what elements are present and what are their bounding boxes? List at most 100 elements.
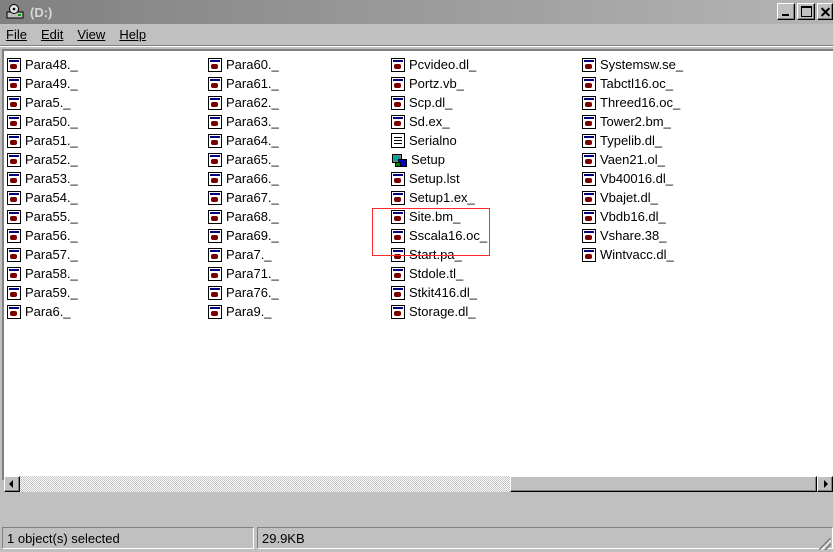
file-item[interactable]: Para63._ — [208, 112, 279, 131]
file-item[interactable]: Pcvideo.dl_ — [391, 55, 487, 74]
compressed-file-icon — [7, 76, 21, 91]
file-item[interactable]: Para5._ — [7, 93, 78, 112]
compressed-file-icon — [582, 95, 596, 110]
file-item[interactable]: Vbajet.dl_ — [582, 188, 683, 207]
file-item[interactable]: Systemsw.se_ — [582, 55, 683, 74]
file-item[interactable]: Para57._ — [7, 245, 78, 264]
compressed-file-icon — [7, 152, 21, 167]
file-item[interactable]: Typelib.dl_ — [582, 131, 683, 150]
horizontal-scrollbar[interactable] — [4, 476, 833, 492]
drive-icon — [6, 4, 24, 20]
file-item[interactable]: Para76._ — [208, 283, 279, 302]
file-name: Para61._ — [226, 76, 279, 91]
file-item[interactable]: Vb40016.dl_ — [582, 169, 683, 188]
menu-view[interactable]: View — [70, 27, 112, 42]
file-name: Para69._ — [226, 228, 279, 243]
compressed-file-icon — [582, 190, 596, 205]
compressed-file-icon — [7, 228, 21, 243]
file-name: Tower2.bm_ — [600, 114, 671, 129]
scroll-left-button[interactable] — [4, 476, 20, 492]
file-item[interactable]: Para49._ — [7, 74, 78, 93]
resize-grip[interactable] — [819, 538, 831, 550]
file-name: Typelib.dl_ — [600, 133, 663, 148]
menu-edit-label: Edit — [40, 27, 64, 42]
file-name: Para7._ — [226, 247, 272, 262]
file-item[interactable]: Para53._ — [7, 169, 78, 188]
file-name: Vbdb16.dl_ — [600, 209, 666, 224]
file-item[interactable]: Para64._ — [208, 131, 279, 150]
file-item[interactable]: Vaen21.ol_ — [582, 150, 683, 169]
file-item[interactable]: Para50._ — [7, 112, 78, 131]
file-item[interactable]: Para9._ — [208, 302, 279, 321]
setup-program-icon — [391, 152, 408, 168]
menu-help[interactable]: Help — [112, 27, 153, 42]
file-item[interactable]: Para52._ — [7, 150, 78, 169]
compressed-file-icon — [582, 209, 596, 224]
file-item[interactable]: Para58._ — [7, 264, 78, 283]
file-item[interactable]: Portz.vb_ — [391, 74, 487, 93]
compressed-file-icon — [7, 247, 21, 262]
file-name: Pcvideo.dl_ — [409, 57, 477, 72]
file-name: Para54._ — [25, 190, 78, 205]
file-item[interactable]: Para54._ — [7, 188, 78, 207]
file-item[interactable]: Wintvacc.dl_ — [582, 245, 683, 264]
file-item[interactable]: Scp.dl_ — [391, 93, 487, 112]
file-item[interactable]: Vbdb16.dl_ — [582, 207, 683, 226]
file-item[interactable]: Para7._ — [208, 245, 279, 264]
compressed-file-icon — [582, 76, 596, 91]
file-name: Para5._ — [25, 95, 71, 110]
file-item[interactable]: Vshare.38_ — [582, 226, 683, 245]
file-name: Para9._ — [226, 304, 272, 319]
file-name: Scp.dl_ — [409, 95, 453, 110]
window-title: (D:) — [30, 4, 53, 20]
maximize-button[interactable] — [797, 3, 815, 20]
compressed-file-icon — [391, 95, 405, 110]
file-item[interactable]: Tabctl16.oc_ — [582, 74, 683, 93]
file-name: Para50._ — [25, 114, 78, 129]
file-name: Para49._ — [25, 76, 78, 91]
compressed-file-icon — [582, 171, 596, 186]
file-item[interactable]: Stdole.tl_ — [391, 264, 487, 283]
file-item[interactable]: Para55._ — [7, 207, 78, 226]
compressed-file-icon — [7, 285, 21, 300]
menu-file[interactable]: File — [0, 27, 34, 42]
scroll-thumb[interactable] — [510, 476, 817, 492]
file-item[interactable]: Para66._ — [208, 169, 279, 188]
file-item[interactable]: Setup1.ex_ — [391, 188, 487, 207]
file-item[interactable]: Sd.ex_ — [391, 112, 487, 131]
file-name: Para63._ — [226, 114, 279, 129]
file-item[interactable]: Para71._ — [208, 264, 279, 283]
file-item[interactable]: Para56._ — [7, 226, 78, 245]
file-item[interactable]: Setup — [391, 150, 487, 169]
file-name: Stkit416.dl_ — [409, 285, 477, 300]
file-item[interactable]: Para65._ — [208, 150, 279, 169]
file-item[interactable]: Para59._ — [7, 283, 78, 302]
compressed-file-icon — [208, 76, 222, 91]
file-item[interactable]: Para61._ — [208, 74, 279, 93]
file-name: Setup.lst — [409, 171, 460, 186]
title-bar[interactable]: (D:) — [0, 0, 833, 24]
file-item[interactable]: Tower2.bm_ — [582, 112, 683, 131]
file-item[interactable]: Serialno — [391, 131, 487, 150]
file-item[interactable]: Para51._ — [7, 131, 78, 150]
compressed-file-icon — [208, 152, 222, 167]
file-item[interactable]: Setup.lst — [391, 169, 487, 188]
file-item[interactable]: Para60._ — [208, 55, 279, 74]
file-item[interactable]: Para62._ — [208, 93, 279, 112]
file-item[interactable]: Storage.dl_ — [391, 302, 487, 321]
file-item[interactable]: Para67._ — [208, 188, 279, 207]
file-item[interactable]: Threed16.oc_ — [582, 93, 683, 112]
compressed-file-icon — [582, 114, 596, 129]
file-item[interactable]: Para6._ — [7, 302, 78, 321]
scroll-right-button[interactable] — [817, 476, 833, 492]
compressed-file-icon — [582, 247, 596, 262]
file-item[interactable]: Para48._ — [7, 55, 78, 74]
menu-edit[interactable]: Edit — [34, 27, 70, 42]
file-item[interactable]: Para68._ — [208, 207, 279, 226]
minimize-button[interactable] — [777, 3, 795, 20]
file-item[interactable]: Stkit416.dl_ — [391, 283, 487, 302]
file-list-view[interactable]: Para48._ Para49._ Para5._ Para50._ Para51._ P… — [2, 49, 833, 492]
file-item[interactable]: Para69._ — [208, 226, 279, 245]
file-name: Vb40016.dl_ — [600, 171, 674, 186]
close-button[interactable] — [817, 3, 833, 20]
